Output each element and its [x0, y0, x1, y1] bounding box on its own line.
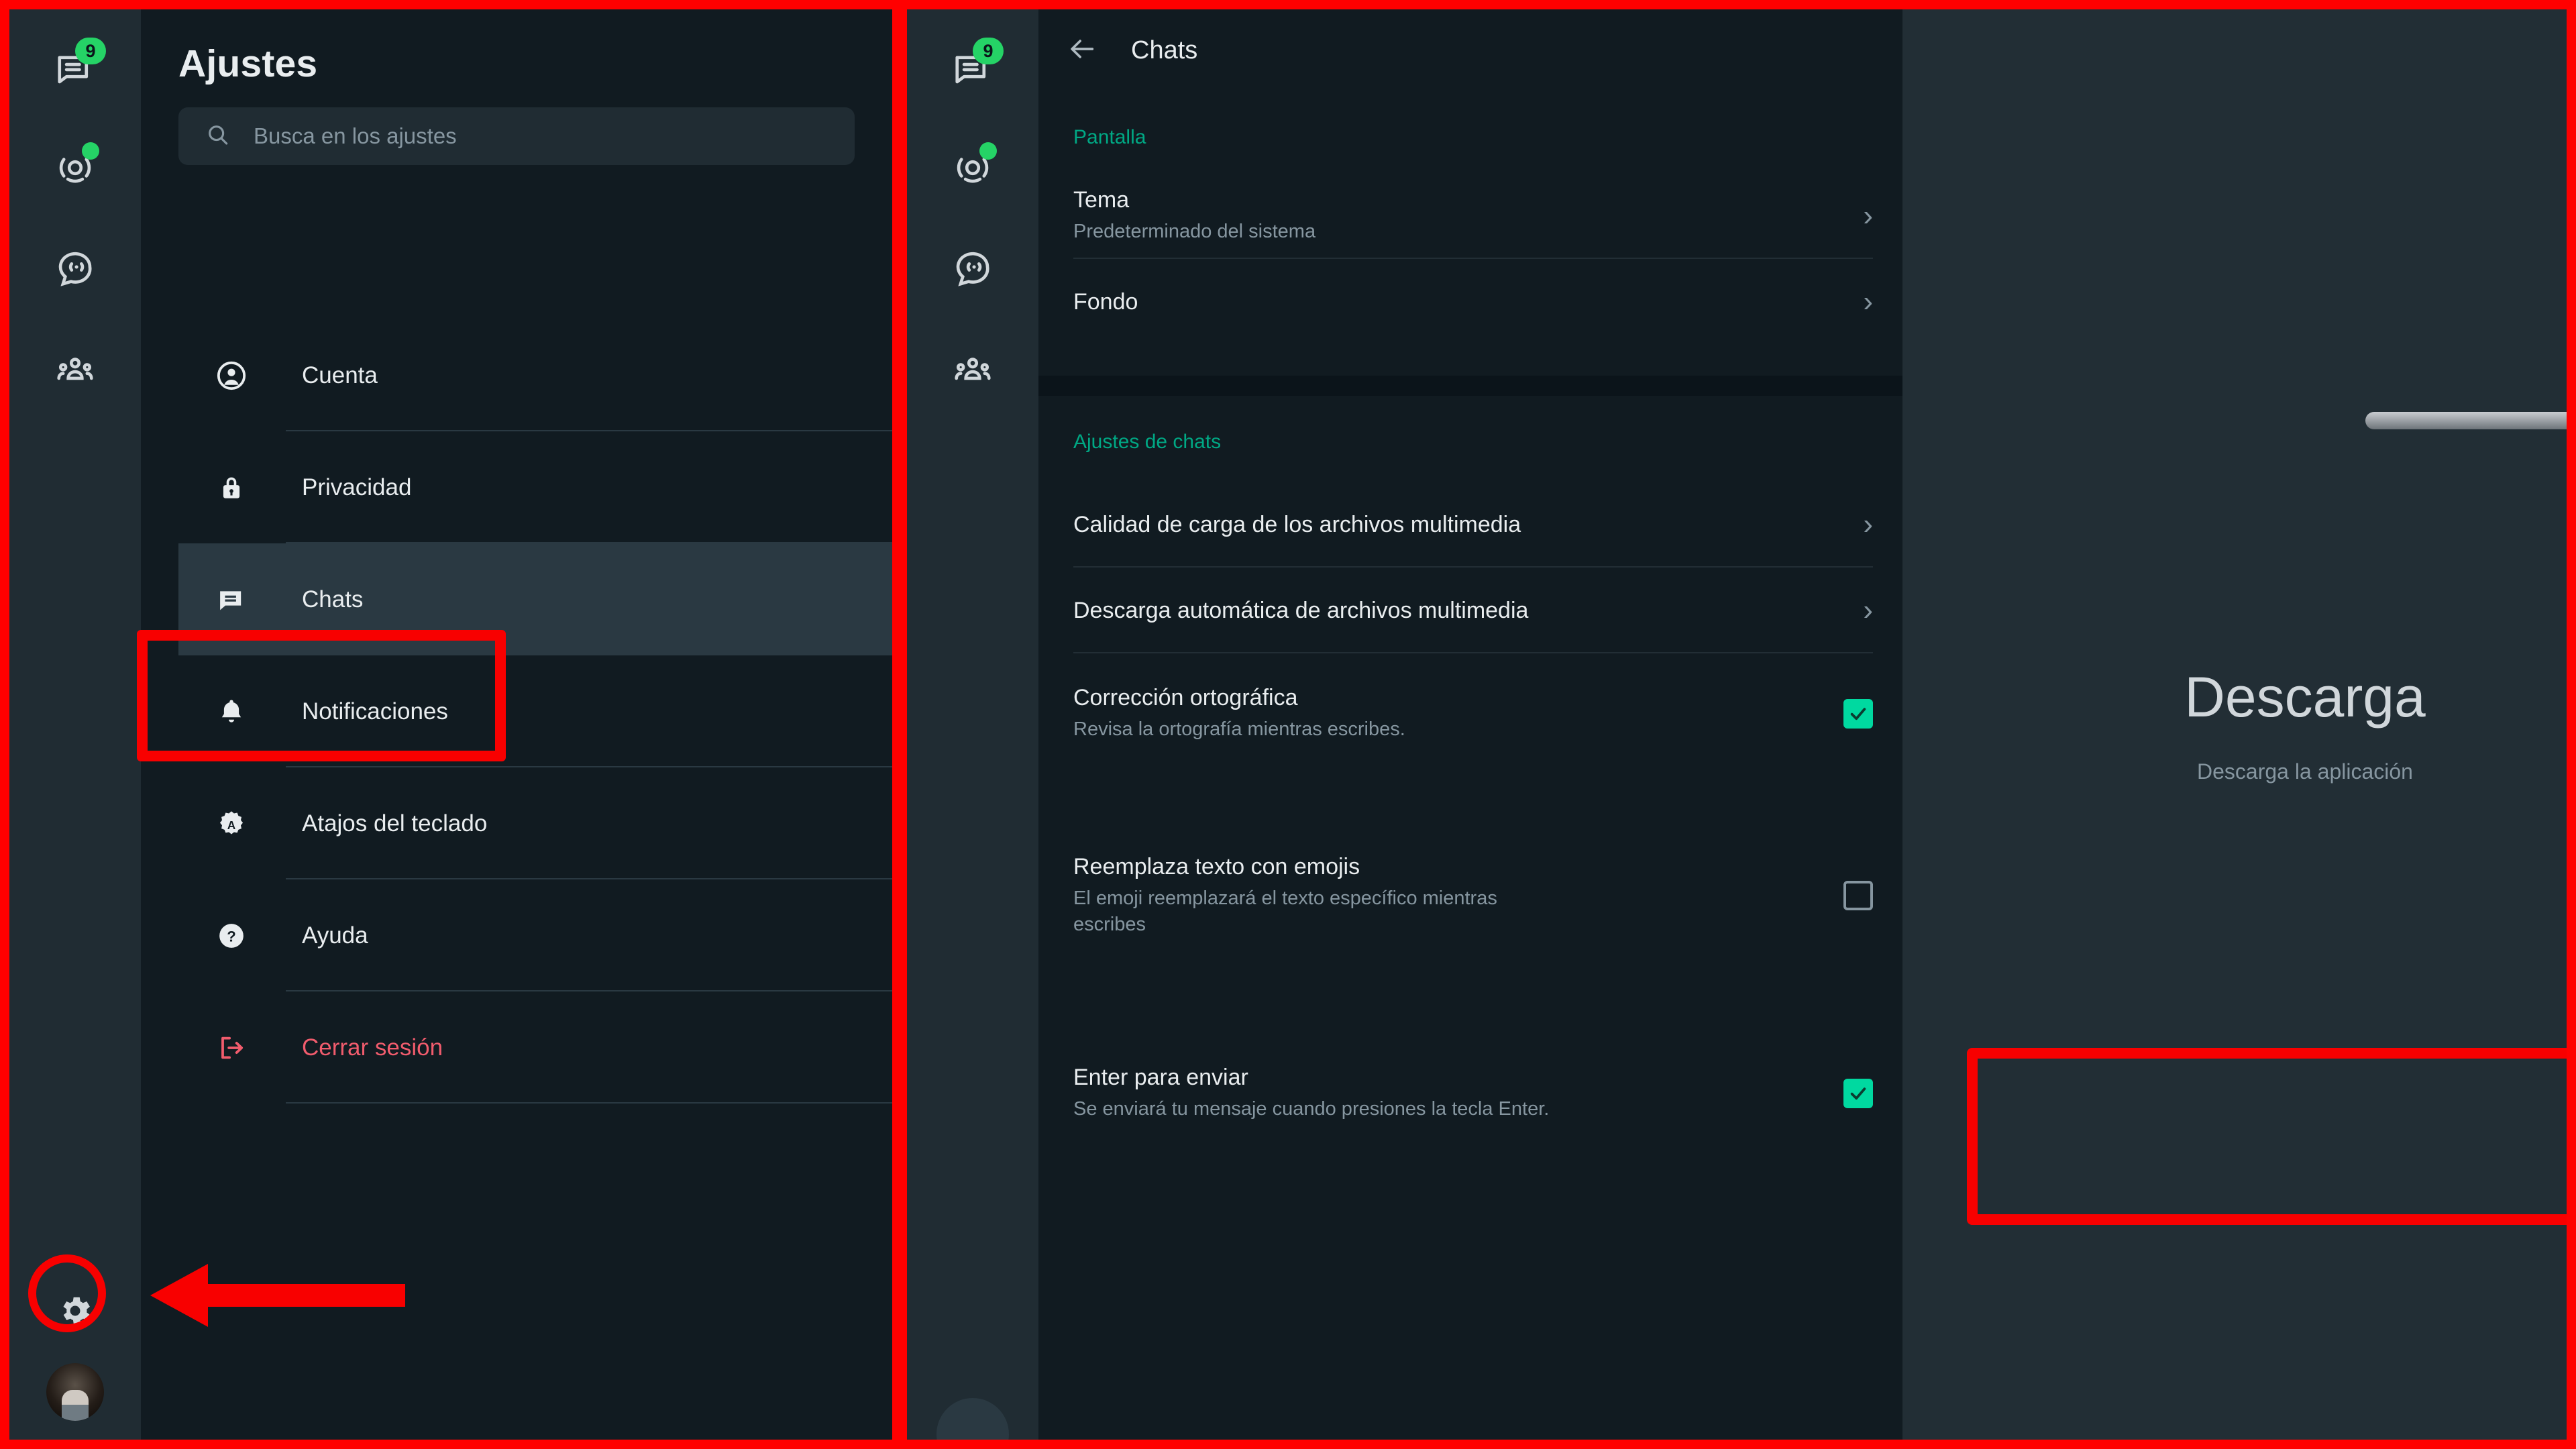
- nav-rail-top-group-2: 9: [938, 9, 1008, 404]
- status-update-dot-2: [979, 142, 997, 160]
- chats-unread-badge-2: 9: [973, 38, 1004, 64]
- sidebar-item-label: Ayuda: [302, 922, 368, 949]
- checkbox-reemplaza-texto-con-emojis[interactable]: [1843, 881, 1873, 910]
- svg-text:?: ?: [227, 928, 235, 945]
- settings-search-input[interactable]: Busca en los ajustes: [178, 107, 855, 165]
- settings-screenshot: 9 Ajustes Busca en los ajustes Cuenta Pr…: [9, 9, 892, 1440]
- nav-chats-button[interactable]: 9: [40, 32, 110, 102]
- sidebar-item-cuenta[interactable]: Cuenta: [178, 319, 892, 431]
- nav-communities-button-2[interactable]: [938, 334, 1008, 404]
- settings-pane: Ajustes Busca en los ajustes Cuenta Priv…: [141, 9, 892, 1440]
- row-tema[interactable]: Tema Predeterminado del sistema ›: [1038, 173, 1902, 259]
- chats-settings-pane: Chats Pantalla Tema Predeterminado del s…: [1038, 9, 1902, 1440]
- preview-title: Descarga: [2184, 665, 2426, 729]
- chevron-right-icon: ›: [1863, 199, 1873, 232]
- sidebar-item-ayuda[interactable]: ? Ayuda: [178, 879, 892, 991]
- chats-unread-badge: 9: [75, 38, 106, 64]
- checkbox-enter-para-enviar[interactable]: [1843, 1079, 1873, 1108]
- nav-chats-button-2[interactable]: 9: [938, 32, 1008, 102]
- row-title: Enter para enviar: [1073, 1065, 1248, 1091]
- divider: [286, 1102, 892, 1104]
- nav-status-button-2[interactable]: [938, 133, 1008, 203]
- row-subtitle: El emoji reemplazará el texto específico…: [1073, 888, 1497, 935]
- nav-rail-left: 9: [9, 9, 141, 1440]
- row-calidad-de-carga[interactable]: Calidad de carga de los archivos multime…: [1038, 482, 1902, 568]
- screenshot-composite: 9 Ajustes Busca en los ajustes Cuenta Pr…: [0, 0, 2576, 1449]
- sidebar-item-label: Chats: [302, 586, 364, 612]
- row-reemplaza-texto-con-emojis[interactable]: Reemplaza texto con emojis El emoji reem…: [1038, 812, 1902, 979]
- row-texts: Tema Predeterminado del sistema: [1073, 187, 1316, 244]
- account-icon: [216, 360, 286, 391]
- nav-rail-right: 9: [907, 9, 1038, 1440]
- bell-icon: [216, 696, 286, 727]
- row-title: Fondo: [1073, 288, 1138, 315]
- row-descarga-automatica[interactable]: Descarga automática de archivos multimed…: [1038, 568, 1902, 653]
- device-mockup-icon: [2365, 412, 2567, 429]
- nav-rail-bottom-group: [9, 1276, 141, 1421]
- nav-status-button[interactable]: [40, 133, 110, 203]
- nav-communities-button[interactable]: [40, 334, 110, 404]
- sidebar-item-label: Cuenta: [302, 362, 378, 388]
- nav-settings-gear-button[interactable]: [40, 1276, 110, 1346]
- row-title: Descarga automática de archivos multimed…: [1073, 597, 1529, 623]
- logout-icon: [216, 1032, 286, 1063]
- row-subtitle: Predeterminado del sistema: [1073, 221, 1316, 243]
- chats-page-title: Chats: [1131, 36, 1198, 64]
- sidebar-item-chats[interactable]: Chats: [178, 543, 892, 655]
- checkbox-correccion-ortografica[interactable]: [1843, 699, 1873, 729]
- svg-text:A: A: [227, 818, 235, 831]
- row-correccion-ortografica[interactable]: Corrección ortográfica Revisa la ortogra…: [1038, 653, 1902, 774]
- row-enter-para-enviar[interactable]: Enter para enviar Se enviará tu mensaje …: [1038, 1020, 1902, 1167]
- sidebar-item-atajos-del-teclado[interactable]: A Atajos del teclado: [178, 767, 892, 879]
- search-icon: [205, 122, 231, 151]
- search-placeholder: Busca en los ajustes: [254, 123, 457, 148]
- page-title: Ajustes: [178, 42, 318, 85]
- row-subtitle: Se enviará tu mensaje cuando presiones l…: [1073, 1098, 1550, 1120]
- row-texts: Fondo: [1073, 289, 1138, 315]
- chat-bubble-icon: [216, 584, 286, 615]
- chevron-right-icon: ›: [1863, 285, 1873, 318]
- row-fondo[interactable]: Fondo ›: [1038, 259, 1902, 345]
- row-title: Corrección ortográfica: [1073, 685, 1298, 711]
- status-update-dot: [82, 142, 99, 160]
- row-texts: Descarga automática de archivos multimed…: [1073, 598, 1528, 624]
- section-label-ajustes-de-chats: Ajustes de chats: [1073, 431, 1222, 453]
- chevron-right-icon: ›: [1863, 594, 1873, 627]
- nav-settings-gear-button-2[interactable]: [936, 1398, 1009, 1440]
- section-label-pantalla: Pantalla: [1073, 126, 1146, 148]
- sidebar-item-notificaciones[interactable]: Notificaciones: [178, 655, 892, 767]
- row-texts: Enter para enviar Se enviará tu mensaje …: [1073, 1065, 1549, 1122]
- row-title: Calidad de carga de los archivos multime…: [1073, 511, 1521, 537]
- sidebar-item-label: Privacidad: [302, 474, 412, 500]
- keyboard-shortcuts-icon: A: [216, 808, 286, 839]
- lock-icon: [216, 472, 286, 503]
- sidebar-item-label: Atajos del teclado: [302, 810, 488, 837]
- settings-menu: Cuenta Privacidad Chats Notificaciones A…: [141, 319, 892, 1104]
- sidebar-item-label: Notificaciones: [302, 698, 448, 724]
- back-arrow-icon[interactable]: [1067, 34, 1097, 68]
- row-texts: Reemplaza texto con emojis El emoji reem…: [1073, 854, 1570, 937]
- profile-avatar[interactable]: [46, 1363, 104, 1421]
- chevron-right-icon: ›: [1863, 508, 1873, 541]
- nav-channels-button[interactable]: [40, 233, 110, 303]
- sidebar-item-label: Cerrar sesión: [302, 1034, 443, 1061]
- help-icon: ?: [216, 920, 286, 951]
- row-title: Reemplaza texto con emojis: [1073, 854, 1360, 880]
- row-texts: Calidad de carga de los archivos multime…: [1073, 512, 1521, 538]
- sidebar-item-cerrar-sesion[interactable]: Cerrar sesión: [178, 991, 892, 1104]
- preview-subtitle: Descarga la aplicación: [2197, 759, 2413, 784]
- section-band-divider: [1038, 376, 1902, 396]
- row-subtitle: Revisa la ortografía mientras escribes.: [1073, 718, 1405, 741]
- nav-channels-button-2[interactable]: [938, 233, 1008, 303]
- row-texts: Corrección ortográfica Revisa la ortogra…: [1073, 685, 1405, 742]
- row-title: Tema: [1073, 187, 1130, 213]
- nav-rail-top-group: 9: [40, 9, 110, 404]
- sidebar-item-privacidad[interactable]: Privacidad: [178, 431, 892, 543]
- download-preview-pane: Descarga Descarga la aplicación: [1902, 9, 2567, 1440]
- chats-header: Chats: [1038, 9, 1902, 91]
- chats-settings-screenshot: 9 Chats Pantalla Tema Predeterminado del…: [907, 9, 2567, 1440]
- search-container: Busca en los ajustes: [141, 86, 892, 165]
